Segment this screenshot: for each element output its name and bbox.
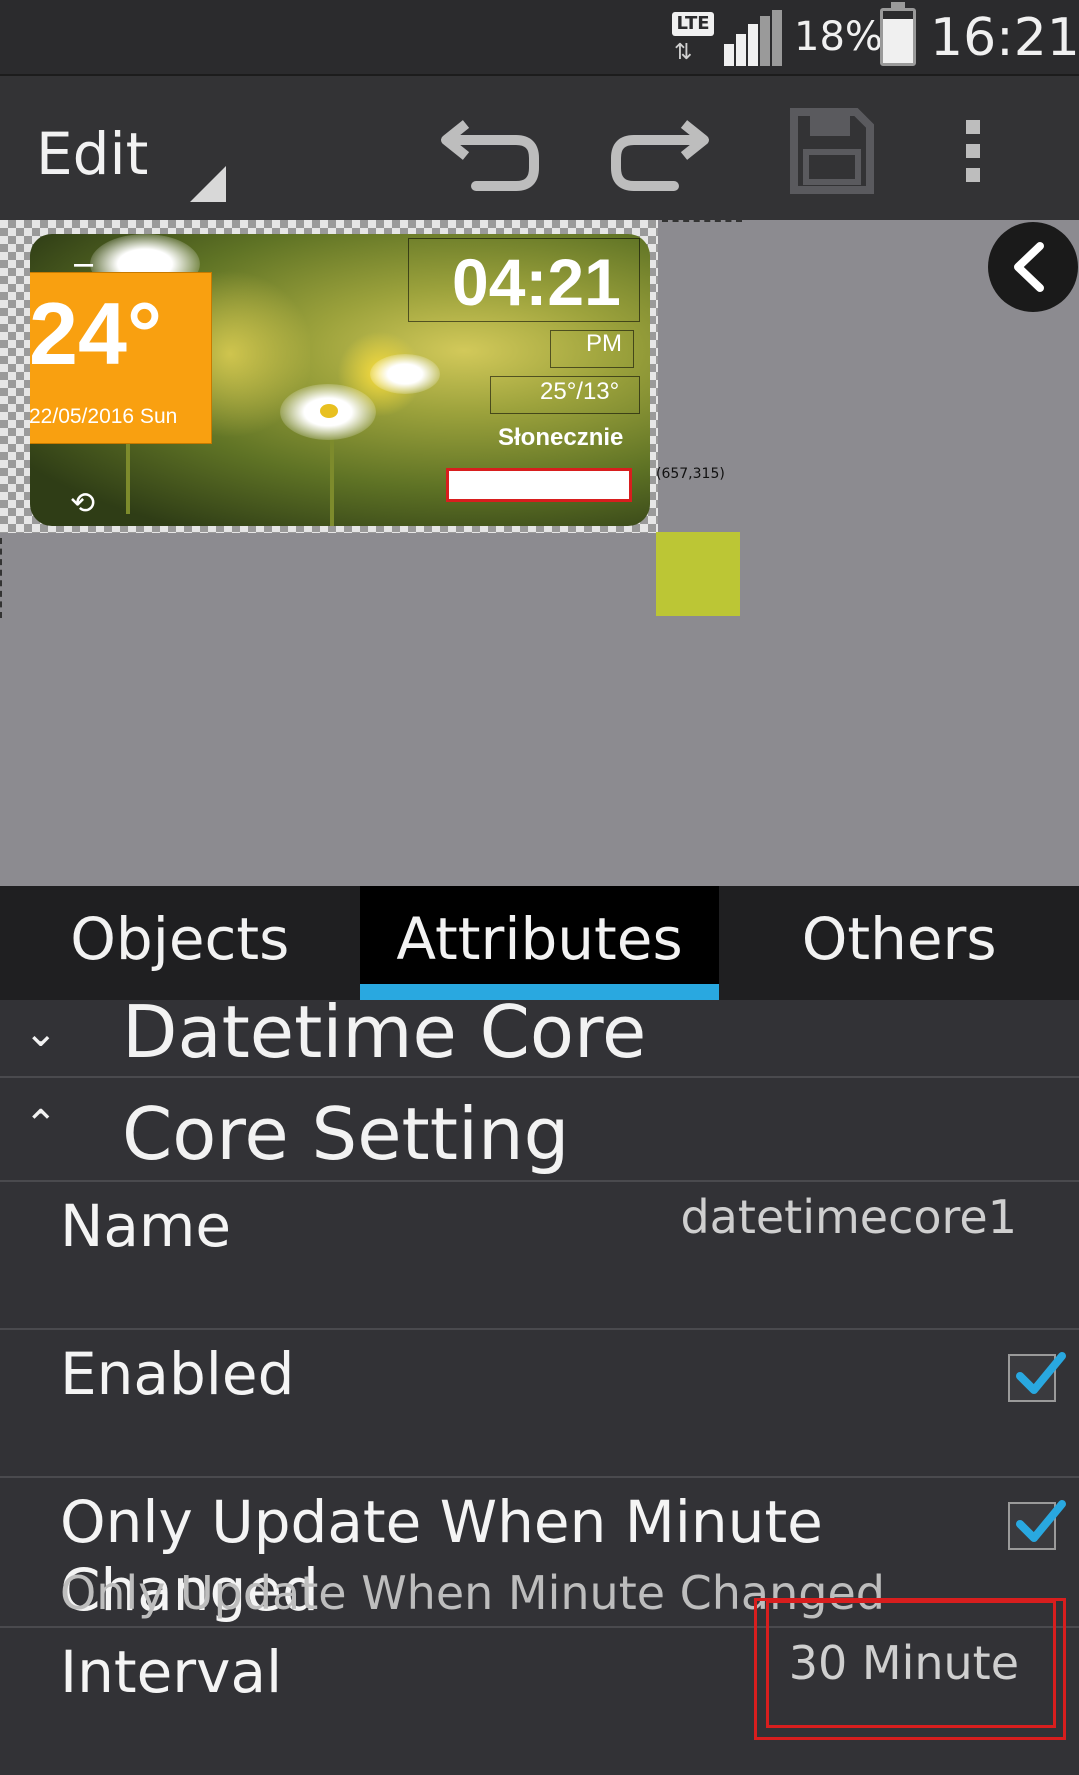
collapse-button[interactable] (988, 222, 1078, 312)
property-label: Name (60, 1192, 232, 1260)
weather-clock-widget[interactable]: ☰ 24° 22/05/2016 Sun ⟲ 04:21 PM 25°/13° … (30, 234, 650, 526)
more-button[interactable] (944, 106, 1004, 196)
lte-icon: LTE (672, 12, 714, 36)
redo-button[interactable] (604, 106, 714, 196)
clock-ampm[interactable]: PM (586, 330, 622, 358)
dropdown-indicator-icon[interactable] (190, 166, 226, 202)
tab-bar: Objects Attributes Others (0, 886, 1079, 1000)
weather-condition[interactable]: Słonecznie (498, 424, 623, 452)
battery-icon (880, 2, 916, 66)
coordinate-readout: (657,315) (656, 466, 725, 482)
chevron-left-icon (1014, 242, 1044, 292)
ruler-top (662, 220, 742, 226)
resize-handle[interactable] (656, 532, 740, 616)
section-core-setting[interactable]: ⌃ Core Setting (0, 1078, 1079, 1182)
more-vert-icon (966, 120, 980, 182)
hilo-temp[interactable]: 25°/13° (540, 378, 619, 406)
save-button[interactable] (776, 106, 886, 196)
temperature-box[interactable]: 24° 22/05/2016 Sun (30, 272, 212, 444)
data-arrows-icon: ⇅ (674, 40, 693, 65)
undo-button[interactable] (436, 106, 546, 196)
status-bar: LTE ⇅ 18% 16:21 (0, 0, 1079, 74)
property-name[interactable]: Name datetimecore1 (0, 1182, 1079, 1330)
annotation-outline-inner (766, 1600, 1056, 1728)
tab-objects[interactable]: Objects (0, 886, 360, 1000)
check-icon (1016, 1500, 1066, 1542)
chevron-down-icon: ⌄ (24, 1010, 58, 1056)
property-label: Interval (60, 1638, 283, 1706)
flower-image (280, 384, 376, 440)
chevron-up-icon: ⌃ (24, 1102, 58, 1148)
tab-attributes[interactable]: Attributes (359, 886, 720, 1000)
ruler-left (0, 538, 4, 618)
tab-others[interactable]: Others (719, 886, 1079, 1000)
property-enabled[interactable]: Enabled (0, 1330, 1079, 1478)
date-text: 22/05/2016 Sun (30, 405, 178, 428)
signal-icon (724, 10, 782, 66)
temperature-value: 24° (30, 284, 163, 383)
section-title: Core Setting (122, 1092, 570, 1176)
section-title: Datetime Core (122, 990, 647, 1074)
clock-time[interactable]: 04:21 (452, 244, 621, 320)
save-icon (790, 108, 874, 194)
redo-icon (611, 120, 709, 191)
status-time: 16:21 (930, 8, 1079, 68)
edit-title[interactable]: Edit (36, 120, 148, 188)
property-label: Enabled (60, 1340, 295, 1408)
editor-canvas[interactable]: ☰ 24° 22/05/2016 Sun ⟲ 04:21 PM 25°/13° … (0, 220, 1079, 886)
undo-icon (441, 120, 539, 191)
check-icon (1016, 1352, 1066, 1394)
battery-percent: 18% (794, 14, 883, 60)
enabled-checkbox[interactable] (1008, 1352, 1066, 1402)
property-value[interactable]: datetimecore1 (680, 1190, 1017, 1244)
refresh-icon[interactable]: ⟲ (70, 486, 95, 521)
selected-object-box[interactable] (446, 468, 632, 502)
section-datetime-core[interactable]: ⌄ Datetime Core (0, 990, 1079, 1078)
toolbar: Edit (0, 74, 1079, 220)
only-update-checkbox[interactable] (1008, 1500, 1066, 1550)
